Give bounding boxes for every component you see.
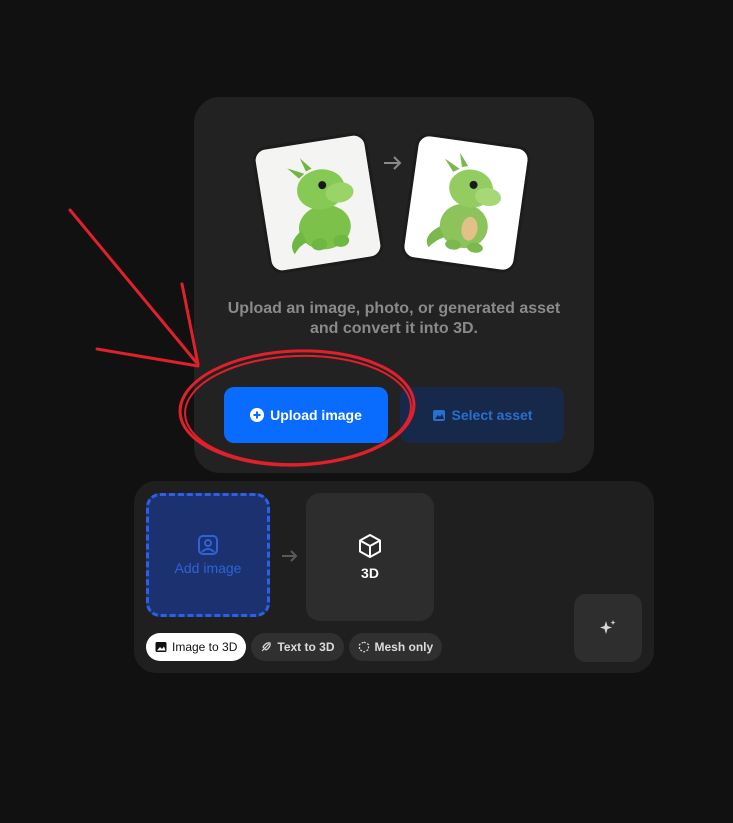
- sparkle-icon: [600, 620, 616, 634]
- output-3d-label: 3D: [361, 565, 379, 581]
- dragon-model-illustration: [403, 134, 529, 272]
- mode-label: Text to 3D: [277, 640, 335, 654]
- generator-panel: Add image 3D Image to 3D Text to 3D Mesh…: [134, 481, 654, 673]
- mode-image-to-3d[interactable]: Image to 3D: [146, 633, 247, 661]
- mode-selector: Image to 3D Text to 3D Mesh only: [146, 633, 443, 661]
- arrow-right-icon: [282, 550, 298, 562]
- image-icon: [155, 642, 167, 652]
- annotation-arrow-shaft: [68, 208, 198, 364]
- select-asset-button[interactable]: Select asset: [400, 387, 564, 443]
- example-model-converted: [399, 131, 533, 275]
- mode-text-to-3d[interactable]: Text to 3D: [251, 633, 344, 661]
- select-asset-label: Select asset: [451, 407, 533, 423]
- upload-image-label: Upload image: [270, 407, 362, 423]
- image-icon: [198, 535, 218, 555]
- dragon-toy-illustration: [254, 134, 382, 272]
- add-image-dropzone[interactable]: Add image: [146, 493, 270, 617]
- arrow-right-icon: [384, 156, 402, 170]
- mode-label: Mesh only: [374, 640, 434, 654]
- annotation-arrow-head: [95, 347, 200, 368]
- plus-circle-icon: [250, 408, 265, 422]
- cube-icon: [359, 534, 381, 558]
- upload-image-button[interactable]: Upload image: [224, 387, 388, 443]
- mode-mesh-only[interactable]: Mesh only: [348, 633, 443, 661]
- output-3d-tile: 3D: [306, 493, 434, 621]
- example-photo-original: [250, 130, 386, 276]
- add-image-label: Add image: [174, 560, 242, 576]
- upload-description: Upload an image, photo, or generated ass…: [227, 300, 561, 337]
- mesh-icon: [358, 641, 369, 653]
- mode-label: Image to 3D: [172, 640, 238, 654]
- generate-button[interactable]: [574, 594, 642, 662]
- upload-card: Upload an image, photo, or generated ass…: [194, 97, 594, 473]
- image-plus-icon: [432, 410, 445, 421]
- feather-icon: [261, 642, 272, 652]
